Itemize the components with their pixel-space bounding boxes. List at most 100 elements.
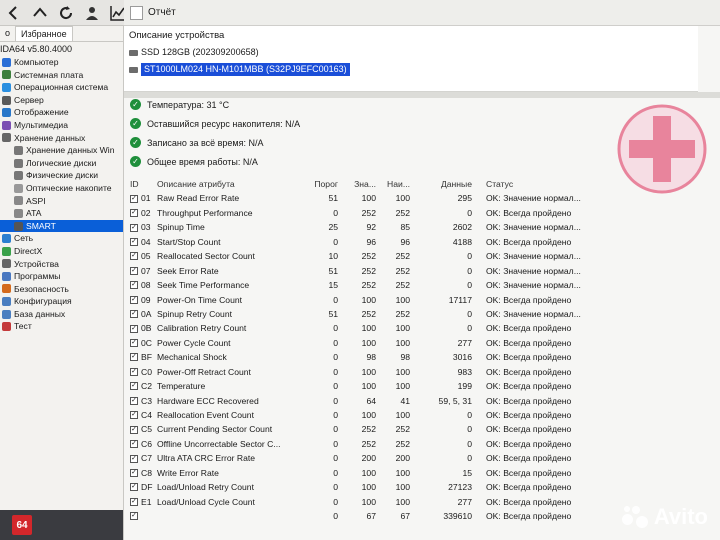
sidebar-item[interactable]: Конфигурация <box>0 295 123 308</box>
attribute-id: 0C <box>141 337 152 348</box>
table-row[interactable]: ✓ 02 Throughput Performance 0 252 252 0 OK: Все… <box>126 206 718 220</box>
attribute-id: C4 <box>141 410 152 420</box>
back-icon[interactable] <box>6 4 22 22</box>
table-row[interactable]: ✓ C7 Ultra ATA CRC Error Rate 0 200 200 0 OK: В… <box>126 451 718 465</box>
sidebar-item[interactable]: Компьютер <box>0 56 123 69</box>
table-row[interactable]: ✓ BF Mechanical Shock 0 98 98 3016 OK: Всегда п… <box>126 350 718 364</box>
col-id-header[interactable]: ID <box>126 177 154 191</box>
sidebar-item-label: Хранение данных Win <box>26 145 115 156</box>
table-row[interactable]: ✓ 07 Seek Error Rate 51 252 252 0 OK: Значение … <box>126 264 718 278</box>
attribute-id: 04 <box>141 236 151 247</box>
up-icon[interactable] <box>32 4 48 22</box>
sidebar-item[interactable]: Хранение данных Win <box>0 144 123 157</box>
row-checkbox[interactable]: ✓ <box>130 209 138 218</box>
sidebar-item[interactable]: Хранение данных <box>0 132 123 145</box>
refresh-icon[interactable] <box>58 4 74 22</box>
table-row[interactable]: ✓ C4 Reallocation Event Count 0 100 100 0 OK: В… <box>126 408 718 422</box>
col-name-header[interactable]: Описание атрибута <box>154 177 304 191</box>
table-row[interactable]: ✓ 0B Calibration Retry Count 0 100 100 0 OK: Вс… <box>126 321 718 335</box>
table-row[interactable]: ✓ 09 Power-On Time Count 0 100 100 17117 OK: Вс… <box>126 293 718 307</box>
sidebar-item[interactable]: Тест <box>0 320 123 333</box>
row-checkbox[interactable]: ✓ <box>130 497 138 506</box>
sidebar-item[interactable]: База данных <box>0 308 123 321</box>
report-button-label[interactable]: Отчёт <box>148 7 176 18</box>
sidebar-item[interactable]: Программы <box>0 270 123 283</box>
row-checkbox[interactable]: ✓ <box>130 411 138 420</box>
sidebar-item[interactable]: Сеть <box>0 232 123 245</box>
check-icon: ✓ <box>130 156 141 167</box>
table-row[interactable]: ✓ DF Load/Unload Retry Count 0 100 100 27123 OK… <box>126 480 718 494</box>
row-checkbox[interactable]: ✓ <box>130 237 138 246</box>
table-row[interactable]: ✓ 04 Start/Stop Count 0 96 96 4188 OK: Всегда п… <box>126 235 718 249</box>
row-checkbox[interactable]: ✓ <box>130 252 138 261</box>
tab-menu[interactable]: о <box>0 26 15 41</box>
sidebar-item[interactable]: Устройства <box>0 258 123 271</box>
row-checkbox[interactable]: ✓ <box>130 281 138 290</box>
col-value-header[interactable]: Зна... <box>344 177 378 191</box>
table-row[interactable]: ✓ 05 Reallocated Sector Count 10 252 252 0 OK: … <box>126 249 718 263</box>
sidebar-item[interactable]: Системная плата <box>0 69 123 82</box>
device-item-hdd[interactable]: ST1000LM024 HN-M101MBB (S32PJ9EFC00163) <box>129 63 350 76</box>
sidebar-item[interactable]: Сервер <box>0 94 123 107</box>
cell-threshold: 0 <box>333 410 338 420</box>
sidebar-item[interactable]: Мультимедиа <box>0 119 123 132</box>
row-checkbox[interactable]: ✓ <box>130 194 138 203</box>
row-checkbox[interactable]: ✓ <box>130 440 138 449</box>
table-row[interactable]: ✓ C6 Offline Uncorrectable Sector C... 0 252… <box>126 437 718 451</box>
device-description-title: Описание устройства <box>129 30 225 41</box>
sidebar-item[interactable]: Оптические накопите <box>0 182 123 195</box>
table-row[interactable]: ✓ 03 Spinup Time 25 92 85 2602 OK: Значение нор… <box>126 220 718 234</box>
database-icon <box>2 309 11 319</box>
cell-value: 100 <box>361 482 376 493</box>
table-row[interactable]: ✓ 08 Seek Time Performance 15 252 252 0 OK: Зна… <box>126 278 718 292</box>
tab-favorites[interactable]: Избранное <box>15 26 73 41</box>
status-remaining-life: ✓ Оставшийся ресурс накопителя: N/A <box>130 117 300 130</box>
sidebar-item[interactable]: ASPI <box>0 195 123 208</box>
col-data-header[interactable]: Данные <box>412 177 476 191</box>
table-row[interactable]: ✓ C2 Temperature 0 100 100 199 OK: Всегда пройд… <box>126 379 718 393</box>
sidebar-item[interactable]: Безопасность <box>0 283 123 296</box>
row-checkbox[interactable]: ✓ <box>130 223 138 232</box>
row-checkbox[interactable]: ✓ <box>130 266 138 275</box>
row-checkbox[interactable]: ✓ <box>130 483 138 492</box>
row-checkbox[interactable]: ✓ <box>130 512 138 521</box>
cell-id: ✓ C6 <box>126 437 154 451</box>
row-checkbox[interactable]: ✓ <box>130 339 138 348</box>
report-toolbar[interactable]: Отчёт <box>124 0 720 26</box>
col-status-header[interactable]: Статус <box>476 177 616 191</box>
table-row[interactable]: ✓ 01 Raw Read Error Rate 51 100 100 295 OK: Зна… <box>126 191 718 205</box>
device-label: SSD 128GB (202309200658) <box>141 47 259 57</box>
cell-data: 0 <box>467 280 472 291</box>
table-row[interactable]: ✓ C8 Write Error Rate 0 100 100 15 OK: Всегда п… <box>126 466 718 480</box>
table-row[interactable]: ✓ C3 Hardware ECC Recovered 0 64 41 59, 5, 31 O… <box>126 394 718 408</box>
row-checkbox[interactable]: ✓ <box>130 396 138 405</box>
status-label: Температура: 31 °C <box>147 99 230 110</box>
sidebar-item[interactable]: Логические диски <box>0 157 123 170</box>
sidebar-item[interactable]: Физические диски <box>0 169 123 182</box>
row-checkbox[interactable]: ✓ <box>130 468 138 477</box>
row-checkbox[interactable]: ✓ <box>130 324 138 333</box>
row-checkbox[interactable]: ✓ <box>130 454 138 463</box>
row-checkbox[interactable]: ✓ <box>130 295 138 304</box>
sidebar-item[interactable]: Операционная система <box>0 81 123 94</box>
table-row[interactable]: ✓ 0C Power Cycle Count 0 100 100 277 OK: Всегда… <box>126 336 718 350</box>
row-checkbox[interactable]: ✓ <box>130 367 138 376</box>
cell-id: ✓ C4 <box>126 408 154 422</box>
sidebar-item[interactable]: DirectX <box>0 245 123 258</box>
table-row[interactable]: ✓ 0A Spinup Retry Count 51 252 252 0 OK: Значен… <box>126 307 718 321</box>
sidebar-item[interactable]: ATA <box>0 207 123 220</box>
col-worst-header[interactable]: Наи... <box>378 177 412 191</box>
row-checkbox[interactable]: ✓ <box>130 310 138 319</box>
table-row[interactable]: ✓ C0 Power-Off Retract Count 0 100 100 983 OK: … <box>126 365 718 379</box>
row-checkbox[interactable]: ✓ <box>130 425 138 434</box>
device-item-ssd[interactable]: SSD 128GB (202309200658) <box>129 46 259 59</box>
col-threshold-header[interactable]: Порог <box>304 177 344 191</box>
row-checkbox[interactable]: ✓ <box>130 353 138 362</box>
sidebar-item[interactable]: Отображение <box>0 106 123 119</box>
sidebar-item[interactable]: SMART <box>0 219 123 233</box>
table-row[interactable]: ✓ C5 Current Pending Sector Count 0 252 252 0 O… <box>126 422 718 436</box>
row-checkbox[interactable]: ✓ <box>130 382 138 391</box>
cell-threshold: 25 <box>328 222 338 233</box>
cell-id: ✓ 0A <box>126 307 154 321</box>
user-icon[interactable] <box>84 4 100 22</box>
